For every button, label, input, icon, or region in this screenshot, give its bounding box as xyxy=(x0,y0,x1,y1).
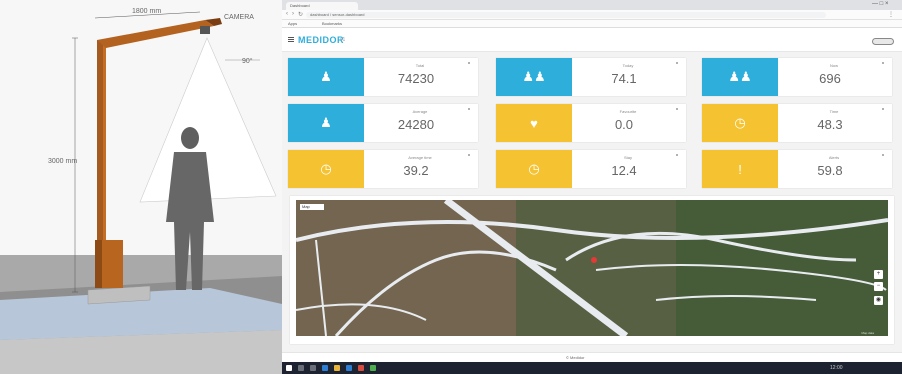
chrome-icon[interactable] xyxy=(358,365,364,371)
app-header: MEDIDOR v1 xyxy=(282,28,902,52)
clock-icon: ◷ xyxy=(496,150,572,188)
header-toggle-button[interactable] xyxy=(872,38,894,45)
stat-card-label: Now xyxy=(829,63,838,68)
taskbar-clock[interactable]: 12:00 xyxy=(830,365,843,371)
card-menu-icon[interactable] xyxy=(468,154,470,156)
edge-icon[interactable] xyxy=(322,365,328,371)
person-icon: ♟ xyxy=(288,104,364,142)
app-logo-sub: v1 xyxy=(340,37,346,43)
stat-card[interactable]: ♟ Average 24280 xyxy=(288,104,478,142)
stat-card-label: Stay xyxy=(623,155,632,160)
camera-label: CAMERA xyxy=(224,14,254,21)
dashboard-screenshot: Dashboard — □ × ‹ › ↻ dashboard / sensor… xyxy=(282,0,902,374)
dimension-height-label: 3000 mm xyxy=(48,158,78,165)
map-imagery xyxy=(296,200,888,336)
map-attribution: Map data xyxy=(861,331,874,335)
map-type-badge[interactable]: Map xyxy=(300,204,324,210)
explorer-icon[interactable] xyxy=(334,365,340,371)
pegman-icon[interactable]: ◉ xyxy=(874,296,883,305)
stat-card[interactable]: ♟ Total 74230 xyxy=(288,58,478,96)
stat-card[interactable]: ◷ Average time 39.2 xyxy=(288,150,478,188)
stat-card-value: 24280 xyxy=(397,117,435,132)
stat-card-label: Average time xyxy=(408,155,432,160)
group-icon: ♟♟ xyxy=(702,58,778,96)
stat-card-value: 0.0 xyxy=(614,117,634,132)
stat-card-label: Favourite xyxy=(619,109,637,114)
person-icon: ♟ xyxy=(288,58,364,96)
footer-text: © Medidor xyxy=(566,355,585,360)
stat-card-label: Total xyxy=(415,63,425,68)
stat-card[interactable]: ◷ Time 48.3 xyxy=(702,104,892,142)
app-icon[interactable] xyxy=(370,365,376,371)
menu-dots-icon[interactable]: ⋮ xyxy=(888,11,894,18)
stat-card-value: 696 xyxy=(819,71,841,86)
heart-icon: ♥ xyxy=(496,104,572,142)
task-view-icon[interactable] xyxy=(310,365,316,371)
stat-card-label: Today xyxy=(622,63,634,68)
composite-image: 1800 mm 3000 mm CAMERA 90° Dashboard — □… xyxy=(0,0,902,374)
card-menu-icon[interactable] xyxy=(676,108,678,110)
stat-card-value: 59.8 xyxy=(817,163,843,178)
clock-icon: ◷ xyxy=(288,150,364,188)
group-icon: ♟♟ xyxy=(496,58,572,96)
page-footer: © Medidor xyxy=(282,352,902,362)
zoom-in-button[interactable]: + xyxy=(874,270,883,279)
card-menu-icon[interactable] xyxy=(676,154,678,156)
reload-icon[interactable]: ↻ xyxy=(298,11,303,18)
clock-icon: ◷ xyxy=(702,104,778,142)
bookmark-item[interactable]: Bookmarks xyxy=(322,21,342,26)
windows-taskbar: 12:00 xyxy=(282,362,902,374)
card-menu-icon[interactable] xyxy=(882,154,884,156)
search-icon[interactable] xyxy=(298,365,304,371)
start-icon[interactable] xyxy=(286,365,292,371)
stat-card-label: Time xyxy=(829,109,839,114)
stat-card-value: 48.3 xyxy=(817,117,843,132)
card-menu-icon[interactable] xyxy=(468,108,470,110)
browser-address-bar: ‹ › ↻ dashboard / sensor-dashboard ⋮ xyxy=(282,10,902,20)
dimension-top-label: 1800 mm xyxy=(132,8,162,15)
bookmark-item[interactable]: Apps xyxy=(288,21,297,26)
stat-card-label: Average xyxy=(412,109,428,114)
stat-card-value: 74.1 xyxy=(611,71,637,86)
stat-card[interactable]: ◷ Stay 12.4 xyxy=(496,150,686,188)
store-icon[interactable] xyxy=(346,365,352,371)
card-menu-icon[interactable] xyxy=(882,62,884,64)
card-menu-icon[interactable] xyxy=(882,108,884,110)
angle-label: 90° xyxy=(242,58,253,65)
card-menu-icon[interactable] xyxy=(676,62,678,64)
forward-icon[interactable]: › xyxy=(292,11,294,17)
stat-card[interactable]: ♟♟ Today 74.1 xyxy=(496,58,686,96)
map-panel: Map + − ◉ Map data xyxy=(290,196,894,344)
pole-render-drawing xyxy=(0,11,282,374)
stat-card-value: 74230 xyxy=(397,71,435,86)
browser-tab-strip: Dashboard — □ × xyxy=(282,0,902,10)
stat-card[interactable]: ! Alerts 59.8 xyxy=(702,150,892,188)
pole-render: 1800 mm 3000 mm CAMERA 90° xyxy=(0,0,282,374)
window-controls[interactable]: — □ × xyxy=(872,1,888,7)
hamburger-menu-icon[interactable] xyxy=(288,37,294,42)
stat-card-value: 39.2 xyxy=(403,163,429,178)
card-menu-icon[interactable] xyxy=(468,62,470,64)
app-logo: MEDIDOR xyxy=(298,35,344,45)
alert-icon: ! xyxy=(702,150,778,188)
stat-card-value: 12.4 xyxy=(611,163,637,178)
back-icon[interactable]: ‹ xyxy=(286,11,288,17)
stat-card-label: Alerts xyxy=(828,155,840,160)
satellite-map[interactable]: Map + − ◉ Map data xyxy=(296,200,888,336)
browser-tab[interactable]: Dashboard xyxy=(286,2,358,10)
stat-card[interactable]: ♟♟ Now 696 xyxy=(702,58,892,96)
url-input[interactable]: dashboard / sensor-dashboard xyxy=(306,12,826,18)
stat-card[interactable]: ♥ Favourite 0.0 xyxy=(496,104,686,142)
zoom-out-button[interactable]: − xyxy=(874,282,883,291)
bookmarks-bar: Apps Bookmarks xyxy=(282,20,902,28)
